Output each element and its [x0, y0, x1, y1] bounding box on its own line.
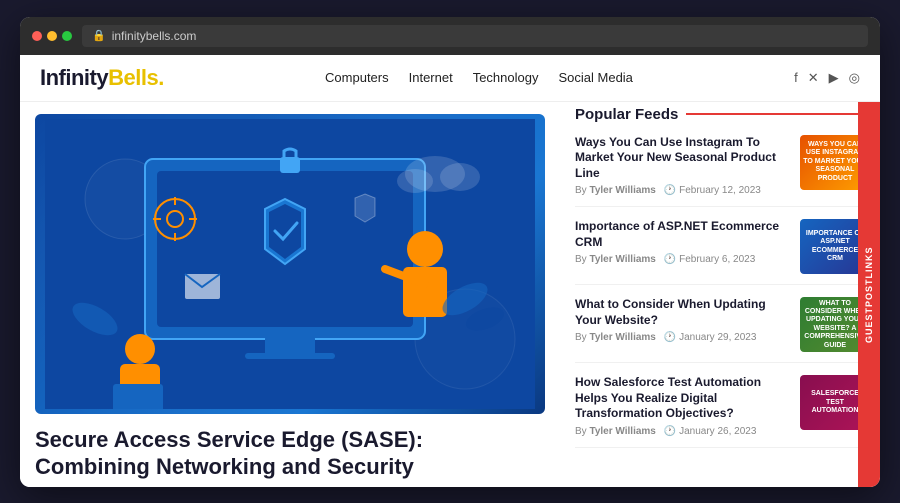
social-icons: f ✕ ▶ ◎ — [794, 70, 860, 86]
twitter-icon[interactable]: ✕ — [808, 70, 819, 86]
main-content: Secure Access Service Edge (SASE): Combi… — [20, 102, 880, 487]
logo-part1: Infinity — [40, 65, 108, 90]
logo: InfinityBells. — [40, 65, 164, 91]
feed-author: By Tyler Williams — [575, 332, 656, 343]
feed-author: By Tyler Williams — [575, 426, 656, 437]
website: InfinityBells. Computers Internet Techno… — [20, 55, 880, 487]
dot-red[interactable] — [32, 31, 42, 41]
url-text: infinitybells.com — [112, 29, 197, 43]
nav-technology[interactable]: Technology — [473, 70, 539, 85]
article-title-line2: Combining Networking and Security — [35, 454, 414, 479]
lock-icon: 🔒 — [92, 29, 106, 42]
top-nav: InfinityBells. Computers Internet Techno… — [20, 55, 880, 102]
feed-meta: By Tyler Williams 🕐 February 6, 2023 — [575, 254, 792, 265]
dot-green[interactable] — [62, 31, 72, 41]
feed-title: Importance of ASP.NET Ecommerce CRM — [575, 219, 792, 250]
feed-date: 🕐 January 29, 2023 — [664, 332, 757, 343]
article-title-line1: Secure Access Service Edge (SASE): — [35, 427, 423, 452]
nav-internet[interactable]: Internet — [409, 70, 453, 85]
nav-computers[interactable]: Computers — [325, 70, 389, 85]
feed-title: How Salesforce Test Automation Helps You… — [575, 375, 792, 422]
hero-illustration — [35, 114, 545, 414]
feed-meta: By Tyler Williams 🕐 February 12, 2023 — [575, 185, 792, 196]
article-title-area: Secure Access Service Edge (SASE): Combi… — [20, 414, 560, 481]
popular-feeds-header: Popular Feeds — [575, 102, 870, 123]
browser-window: 🔒 infinitybells.com InfinityBells. Compu… — [20, 17, 880, 487]
feed-meta: By Tyler Williams 🕐 January 29, 2023 — [575, 332, 792, 343]
feed-meta: By Tyler Williams 🕐 January 26, 2023 — [575, 426, 792, 437]
feed-title: Ways You Can Use Instagram To Market You… — [575, 135, 792, 182]
feed-text: Ways You Can Use Instagram To Market You… — [575, 135, 792, 197]
dot-yellow[interactable] — [47, 31, 57, 41]
address-bar[interactable]: 🔒 infinitybells.com — [82, 25, 868, 47]
article-area: Secure Access Service Edge (SASE): Combi… — [20, 102, 560, 487]
feed-author: By Tyler Williams — [575, 185, 656, 196]
feed-date: 🕐 January 26, 2023 — [664, 426, 757, 437]
feed-title: What to Consider When Updating Your Webs… — [575, 297, 792, 328]
logo-part2: Bells — [108, 65, 158, 90]
guestpost-label: GUESTPOSTLINKS — [864, 246, 874, 343]
popular-feeds-title: Popular Feeds — [575, 106, 678, 123]
feed-text: How Salesforce Test Automation Helps You… — [575, 375, 792, 437]
feed-text: Importance of ASP.NET Ecommerce CRM By T… — [575, 219, 792, 274]
feed-item[interactable]: What to Consider When Updating Your Webs… — [575, 297, 870, 363]
browser-dots — [32, 31, 72, 41]
logo-dot: . — [158, 65, 164, 90]
nav-social-media[interactable]: Social Media — [558, 70, 632, 85]
feed-item[interactable]: Ways You Can Use Instagram To Market You… — [575, 135, 870, 208]
feed-date: 🕐 February 12, 2023 — [664, 185, 761, 196]
red-divider — [686, 113, 870, 115]
instagram-icon[interactable]: ◎ — [849, 70, 860, 86]
nav-links: Computers Internet Technology Social Med… — [325, 70, 633, 85]
feed-text: What to Consider When Updating Your Webs… — [575, 297, 792, 352]
feed-item[interactable]: How Salesforce Test Automation Helps You… — [575, 375, 870, 448]
hero-image — [35, 114, 545, 414]
feed-author: By Tyler Williams — [575, 254, 656, 265]
feed-item[interactable]: Importance of ASP.NET Ecommerce CRM By T… — [575, 219, 870, 285]
article-title: Secure Access Service Edge (SASE): Combi… — [35, 426, 545, 481]
browser-chrome: 🔒 infinitybells.com — [20, 17, 880, 55]
guestpost-banner[interactable]: GUESTPOSTLINKS — [858, 102, 880, 487]
feed-date: 🕐 February 6, 2023 — [664, 254, 755, 265]
facebook-icon[interactable]: f — [794, 70, 798, 85]
sidebar: Popular Feeds Ways You Can Use Instagram… — [560, 102, 880, 487]
youtube-icon[interactable]: ▶ — [829, 70, 839, 86]
